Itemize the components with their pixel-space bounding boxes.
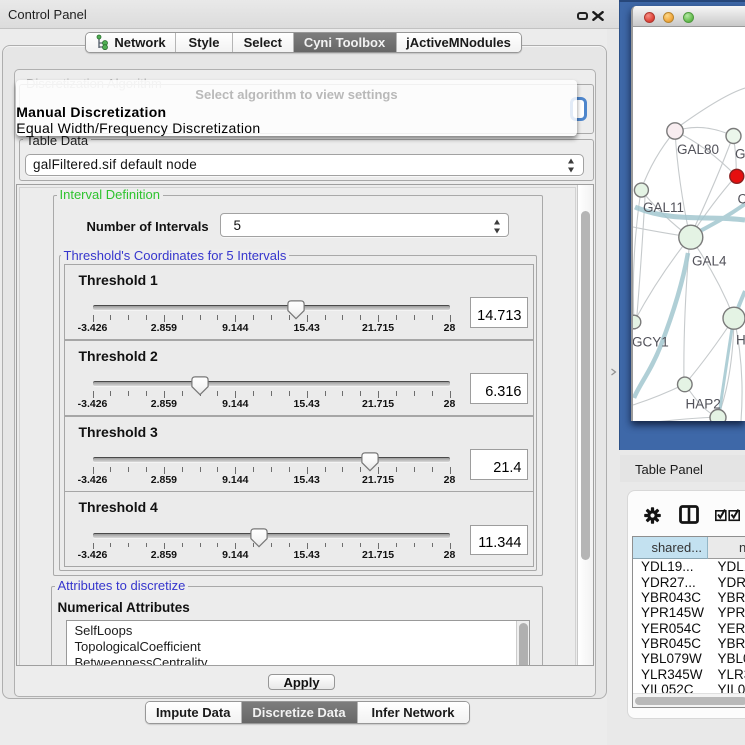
svg-text:GAL8: GAL8 [735,147,745,162]
svg-text:HAP2: HAP2 [686,397,721,412]
svg-text:H: H [736,333,745,348]
svg-text:GAL11: GAL11 [643,200,684,215]
svg-text:GCY1: GCY1 [633,335,669,350]
svg-text:GAL80: GAL80 [677,142,719,157]
svg-text:GAL4: GAL4 [692,254,727,269]
svg-text:C: C [738,192,745,207]
